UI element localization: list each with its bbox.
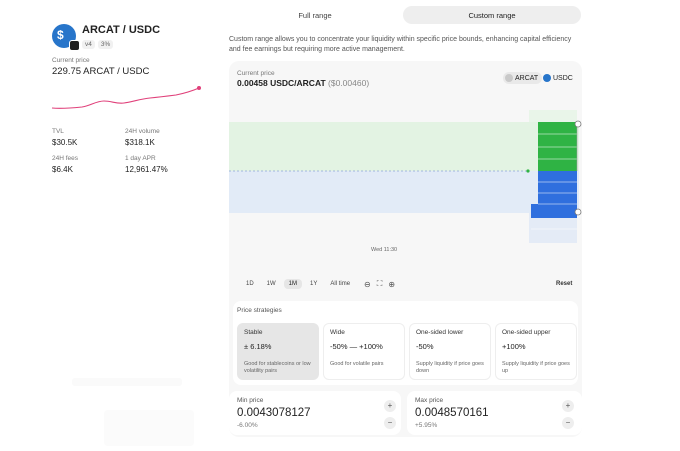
time-range-1w[interactable]: 1W bbox=[262, 279, 281, 289]
strategy-name: One-sided lower bbox=[416, 329, 464, 336]
plus-icon: + bbox=[565, 401, 571, 410]
max-price-handle bbox=[574, 120, 582, 128]
token-toggle-arcat-label: ARCAT bbox=[515, 74, 539, 82]
time-range-selector: 1D 1W 1M 1Y All time ⊖ ⛶ ⊕ bbox=[241, 279, 395, 289]
min-price-input[interactable]: 0.0043078127 bbox=[237, 407, 311, 419]
strategy-value: ± 6.18% bbox=[244, 342, 272, 351]
chart-current-price-label: Current price bbox=[237, 70, 275, 77]
pool-pair-title: ARCAT / USDC bbox=[82, 24, 161, 36]
max-price-label: Max price bbox=[415, 397, 444, 404]
stat-volume-label: 24H volume bbox=[125, 128, 160, 135]
faded-placeholder bbox=[104, 410, 194, 446]
range-toggle: Full range Custom range bbox=[229, 6, 581, 24]
liquidity-bar-lower-wide bbox=[531, 204, 577, 218]
strategy-card-stable[interactable]: Stable ± 6.18% Good for stablecoins or l… bbox=[237, 323, 319, 380]
min-price-percent: -6.00% bbox=[237, 422, 258, 429]
max-price-input[interactable]: 0.0048570161 bbox=[415, 407, 489, 419]
fee-tier-tag: 3% bbox=[97, 40, 114, 49]
min-price-decrease-button[interactable]: − bbox=[384, 417, 396, 429]
stat-fees-value: $6.4K bbox=[52, 165, 73, 174]
strategy-card-wide[interactable]: Wide -50% — +100% Good for volatile pair… bbox=[323, 323, 405, 380]
min-price-box: Min price 0.0043078127 -6.00% + − bbox=[229, 391, 401, 435]
hook-badge-icon bbox=[69, 40, 80, 51]
minus-icon: − bbox=[387, 418, 393, 427]
usdc-token-icon bbox=[543, 74, 551, 82]
price-strategies: Price strategies Stable ± 6.18% Good for… bbox=[233, 301, 578, 385]
strategy-name: Wide bbox=[330, 329, 345, 336]
liquidity-bar-upper bbox=[538, 122, 577, 171]
strategy-desc: Supply liquidity if price goes up bbox=[502, 361, 570, 374]
chart-time-label: Wed 11:30 bbox=[371, 247, 397, 253]
strategy-value: -50% bbox=[416, 342, 434, 351]
time-range-1d[interactable]: 1D bbox=[241, 279, 259, 289]
max-price-decrease-button[interactable]: − bbox=[562, 417, 574, 429]
plus-icon: + bbox=[387, 401, 393, 410]
strategy-name: One-sided upper bbox=[502, 329, 551, 336]
token-toggle-usdc-label: USDC bbox=[553, 74, 573, 82]
strategy-name: Stable bbox=[244, 329, 263, 336]
upper-range-band bbox=[229, 122, 579, 171]
strategy-desc: Good for volatile pairs bbox=[330, 361, 384, 367]
time-range-all[interactable]: All time bbox=[325, 279, 355, 289]
strategy-card-one-sided-upper[interactable]: One-sided upper +100% Supply liquidity i… bbox=[495, 323, 577, 380]
max-price-increase-button[interactable]: + bbox=[562, 400, 574, 412]
custom-range-button[interactable]: Custom range bbox=[403, 6, 581, 24]
chart-current-price-value: 0.00458 USDC/ARCAT bbox=[237, 78, 326, 88]
strategy-card-one-sided-lower[interactable]: One-sided lower -50% Supply liquidity if… bbox=[409, 323, 491, 380]
strategy-desc: Supply liquidity if price goes down bbox=[416, 361, 484, 374]
strategies-title: Price strategies bbox=[237, 307, 282, 314]
lower-range-band bbox=[229, 171, 579, 213]
min-price-label: Min price bbox=[237, 397, 264, 404]
version-tag: v4 bbox=[82, 40, 95, 49]
pool-header: $ ARCAT / USDC v4 3% bbox=[52, 24, 161, 51]
stat-fees-label: 24H fees bbox=[52, 155, 79, 162]
stat-tvl-value: $30.5K bbox=[52, 138, 78, 147]
usdc-token-icon: $ bbox=[52, 24, 80, 51]
faded-placeholder bbox=[72, 378, 182, 386]
sparkline-path bbox=[51, 87, 200, 109]
price-sparkline bbox=[51, 86, 201, 109]
stat-apr-label: 1 day APR bbox=[125, 155, 156, 162]
max-price-box: Max price 0.0048570161 +5.95% + − bbox=[407, 391, 582, 435]
sparkline-end-dot bbox=[197, 86, 201, 90]
min-price-increase-button[interactable]: + bbox=[384, 400, 396, 412]
min-price-handle bbox=[574, 208, 582, 216]
stat-apr-value: 12,961.47% bbox=[125, 165, 168, 174]
token-toggle-arcat[interactable]: ARCAT bbox=[503, 72, 543, 84]
reset-button[interactable]: Reset bbox=[556, 281, 572, 287]
max-price-percent: +5.95% bbox=[415, 422, 438, 429]
liquidity-range-chart[interactable]: Wed 11:30 bbox=[229, 104, 582, 261]
zoom-out-icon[interactable]: ⊖ bbox=[364, 280, 371, 289]
minus-icon: − bbox=[565, 418, 571, 427]
fit-screen-icon[interactable]: ⛶ bbox=[377, 279, 383, 289]
chart-current-price-usd: ($0.00460) bbox=[328, 78, 370, 88]
strategy-desc: Good for stablecoins or low volatility p… bbox=[244, 361, 311, 374]
current-price-label: Current price bbox=[52, 57, 90, 64]
strategy-value: +100% bbox=[502, 342, 526, 351]
stat-tvl-label: TVL bbox=[52, 128, 64, 135]
arcat-token-icon bbox=[505, 74, 513, 82]
strategy-value: -50% — +100% bbox=[330, 342, 383, 351]
stat-volume-value: $318.1K bbox=[125, 138, 155, 147]
outer-top-band bbox=[529, 110, 577, 122]
token-toggle-usdc[interactable]: USDC bbox=[541, 72, 577, 84]
chart-current-price: 0.00458 USDC/ARCAT ($0.00460) bbox=[237, 78, 369, 88]
full-range-button[interactable]: Full range bbox=[229, 6, 401, 24]
current-price-value: 229.75 ARCAT / USDC bbox=[52, 66, 150, 77]
range-panel: Current price 0.00458 USDC/ARCAT ($0.004… bbox=[229, 61, 582, 437]
time-range-1y[interactable]: 1Y bbox=[305, 279, 322, 289]
current-price-marker bbox=[526, 169, 530, 173]
custom-range-description: Custom range allows you to concentrate y… bbox=[229, 36, 572, 53]
zoom-in-icon[interactable]: ⊕ bbox=[388, 280, 395, 289]
time-range-1m[interactable]: 1M bbox=[283, 279, 303, 289]
